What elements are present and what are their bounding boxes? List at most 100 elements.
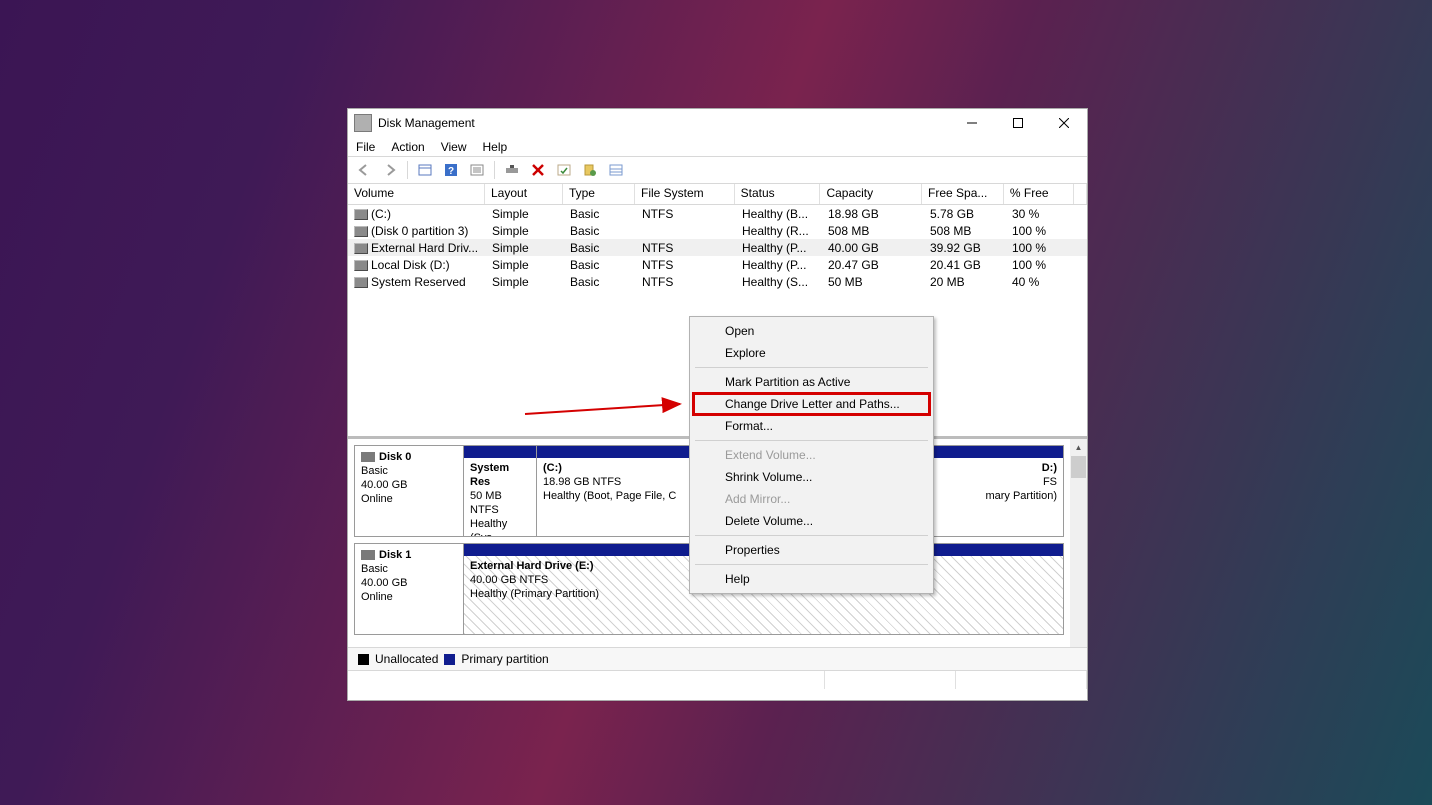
list-button[interactable]	[604, 158, 628, 182]
table-cell: NTFS	[636, 207, 736, 221]
minimize-button[interactable]	[949, 109, 995, 137]
context-menu-item[interactable]: Explore	[693, 342, 930, 364]
refresh-button[interactable]	[578, 158, 602, 182]
menu-action[interactable]: Action	[389, 139, 426, 155]
volume-icon	[354, 243, 368, 254]
legend-label-primary: Primary partition	[461, 652, 548, 666]
nav-back-button[interactable]	[352, 158, 376, 182]
table-cell: 5.78 GB	[924, 207, 1006, 221]
show-hide-console-button[interactable]	[413, 158, 437, 182]
hardware-button[interactable]	[500, 158, 524, 182]
table-cell: Healthy (R...	[736, 224, 822, 238]
context-menu-item[interactable]: Open	[693, 320, 930, 342]
delete-button[interactable]	[526, 158, 550, 182]
disk-icon	[361, 550, 375, 560]
table-cell: Simple	[486, 258, 564, 272]
legend-swatch-primary	[444, 654, 455, 665]
table-cell: Basic	[564, 207, 636, 221]
context-menu-item[interactable]: Format...	[693, 415, 930, 437]
partition-body: System Res50 MB NTFSHealthy (Sys	[464, 458, 536, 536]
column-type[interactable]: Type	[563, 184, 635, 204]
disk-info[interactable]: Disk 0Basic40.00 GBOnline	[354, 445, 464, 537]
table-cell: 40 %	[1006, 275, 1076, 289]
menu-file[interactable]: File	[354, 139, 377, 155]
column-blank[interactable]	[1074, 184, 1087, 204]
partition-header-bar	[464, 446, 536, 458]
table-cell: NTFS	[636, 258, 736, 272]
table-cell: NTFS	[636, 241, 736, 255]
context-menu-item[interactable]: Change Drive Letter and Paths...	[693, 393, 930, 415]
scroll-thumb[interactable]	[1071, 456, 1086, 478]
table-cell: 18.98 GB	[822, 207, 924, 221]
context-menu-separator	[695, 535, 928, 536]
partition[interactable]: D:)FSmary Partition)	[915, 445, 1064, 537]
table-cell: Basic	[564, 224, 636, 238]
volume-icon	[354, 260, 368, 271]
table-cell: Healthy (P...	[736, 241, 822, 255]
nav-forward-button[interactable]	[378, 158, 402, 182]
context-menu-item[interactable]: Shrink Volume...	[693, 466, 930, 488]
toolbar: ?	[348, 156, 1087, 184]
column-file-system[interactable]: File System	[635, 184, 735, 204]
table-cell: Local Disk (D:)	[348, 258, 486, 272]
close-button[interactable]	[1041, 109, 1087, 137]
context-menu-item[interactable]: Properties	[693, 539, 930, 561]
annotation-arrow	[520, 392, 690, 422]
table-cell: Healthy (S...	[736, 275, 822, 289]
disk-info[interactable]: Disk 1Basic40.00 GBOnline	[354, 543, 464, 635]
context-menu-separator	[695, 440, 928, 441]
table-cell: 20 MB	[924, 275, 1006, 289]
table-row[interactable]: Local Disk (D:)SimpleBasicNTFSHealthy (P…	[348, 256, 1087, 273]
app-icon	[354, 114, 372, 132]
partition-header-bar	[915, 446, 1063, 458]
table-cell: External Hard Driv...	[348, 241, 486, 255]
table-cell: Simple	[486, 224, 564, 238]
table-cell: Basic	[564, 275, 636, 289]
partition[interactable]: System Res50 MB NTFSHealthy (Sys	[464, 445, 537, 537]
context-menu-item: Extend Volume...	[693, 444, 930, 466]
volume-icon	[354, 277, 368, 288]
vertical-scrollbar[interactable]: ▲	[1070, 439, 1087, 647]
legend: Unallocated Primary partition	[348, 647, 1087, 670]
table-row[interactable]: (C:)SimpleBasicNTFSHealthy (B...18.98 GB…	[348, 205, 1087, 222]
table-cell: System Reserved	[348, 275, 486, 289]
scroll-up-icon[interactable]: ▲	[1071, 440, 1086, 455]
table-cell: 30 %	[1006, 207, 1076, 221]
titlebar[interactable]: Disk Management	[348, 109, 1087, 137]
column-volume[interactable]: Volume	[348, 184, 485, 204]
table-cell: 50 MB	[822, 275, 924, 289]
table-cell: (Disk 0 partition 3)	[348, 224, 486, 238]
legend-swatch-unallocated	[358, 654, 369, 665]
column-layout[interactable]: Layout	[485, 184, 563, 204]
context-menu-item[interactable]: Delete Volume...	[693, 510, 930, 532]
table-row[interactable]: System ReservedSimpleBasicNTFSHealthy (S…	[348, 273, 1087, 290]
table-cell: Simple	[486, 275, 564, 289]
table-row[interactable]: (Disk 0 partition 3)SimpleBasic Healthy (…	[348, 222, 1087, 239]
table-cell: 508 MB	[924, 224, 1006, 238]
table-cell: 100 %	[1006, 241, 1076, 255]
menu-help[interactable]: Help	[481, 139, 510, 155]
settings-button[interactable]	[552, 158, 576, 182]
table-cell: 508 MB	[822, 224, 924, 238]
help-button[interactable]: ?	[439, 158, 463, 182]
table-cell: 20.47 GB	[822, 258, 924, 272]
context-menu-item[interactable]: Help	[693, 568, 930, 590]
table-cell: 39.92 GB	[924, 241, 1006, 255]
table-cell: Basic	[564, 241, 636, 255]
context-menu-item[interactable]: Mark Partition as Active	[693, 371, 930, 393]
column-capacity[interactable]: Capacity	[820, 184, 922, 204]
table-cell: Healthy (B...	[736, 207, 822, 221]
menu-view[interactable]: View	[439, 139, 469, 155]
table-cell: NTFS	[636, 275, 736, 289]
table-cell: Simple	[486, 207, 564, 221]
maximize-button[interactable]	[995, 109, 1041, 137]
column-status[interactable]: Status	[735, 184, 821, 204]
column-free-space[interactable]: Free Spa...	[922, 184, 1004, 204]
disk-icon	[361, 452, 375, 462]
context-menu-separator	[695, 564, 928, 565]
table-row[interactable]: External Hard Driv...SimpleBasicNTFSHeal…	[348, 239, 1087, 256]
column-pct-free[interactable]: % Free	[1004, 184, 1074, 204]
window-title: Disk Management	[378, 116, 475, 130]
properties-button[interactable]	[465, 158, 489, 182]
menubar: File Action View Help	[348, 137, 1087, 156]
